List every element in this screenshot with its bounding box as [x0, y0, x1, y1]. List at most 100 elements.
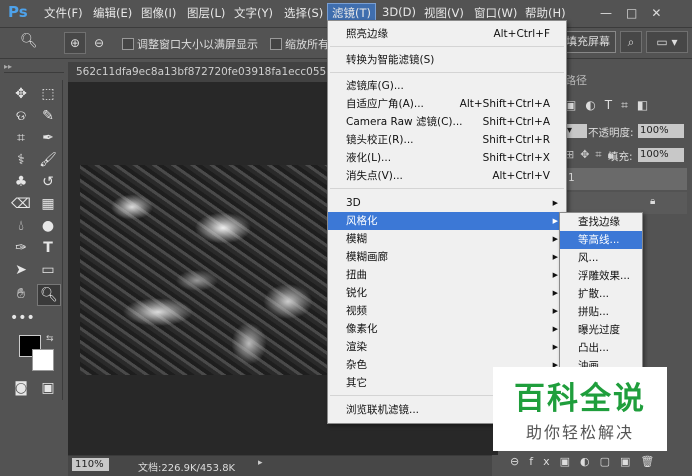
zoom-tool-icon[interactable]: 🔍︎: [20, 33, 38, 49]
window-controls[interactable]: —□✕: [600, 6, 680, 20]
eraser-tool-icon[interactable]: ⌫: [10, 194, 32, 214]
status-arrow-icon[interactable]: ▸: [258, 458, 263, 468]
fill-field[interactable]: 100%: [638, 148, 684, 162]
menu-item-video[interactable]: 视频 ▶: [328, 302, 566, 320]
submenu-item-find-edges[interactable]: 查找边缘: [560, 213, 642, 231]
opacity-label: 不透明度:: [588, 127, 634, 139]
submenu-arrow-icon: ▶: [552, 325, 558, 333]
photoshop-logo: Ps: [8, 3, 28, 21]
submenu-arrow-icon: ▶: [552, 253, 558, 261]
zoom-in-icon[interactable]: ⊕: [64, 32, 86, 54]
layer-row[interactable]: [565, 168, 687, 190]
healing-brush-icon[interactable]: ⚕: [10, 150, 32, 170]
menu-select[interactable]: 选择(S): [284, 5, 323, 21]
submenu-item-extrude[interactable]: 凸出...: [560, 339, 642, 357]
lock-icon: 🔒︎: [650, 196, 656, 207]
filter-menu: 照亮边缘 Alt+Ctrl+F 转换为智能滤镜(S) 滤镜库(G)... 自适应广…: [327, 20, 567, 424]
opacity-field[interactable]: 100%: [638, 124, 684, 138]
menu-view[interactable]: 视图(V): [424, 5, 464, 21]
menu-item-blur[interactable]: 模糊 ▶: [328, 230, 566, 248]
zoom-out-icon[interactable]: ⊖: [88, 32, 110, 54]
hand-tool-icon[interactable]: ✋︎: [10, 284, 32, 304]
path-selection-icon[interactable]: ➤: [10, 260, 32, 280]
submenu-item-wind[interactable]: 风...: [560, 249, 642, 267]
menu-item-lens-correction[interactable]: 镜头校正(R)... Shift+Ctrl+R: [328, 131, 566, 149]
layer-footer-icons[interactable]: ⊖fx▣◐▢▣🗑︎: [510, 455, 664, 468]
document-tab[interactable]: 562c11dfa9ec8a13bf872720fe03918fa1ecc055…: [68, 62, 338, 82]
quick-mask-icon[interactable]: ◙: [10, 378, 32, 398]
rectangle-tool-icon[interactable]: ▭: [37, 260, 59, 280]
toolbox-header: ▸▸: [4, 62, 64, 73]
zoom-tool-active-icon[interactable]: 🔍︎: [37, 284, 61, 306]
menu-item-stylize[interactable]: 风格化 ▶: [328, 212, 566, 230]
zoom-level-field[interactable]: 110%: [72, 458, 109, 471]
fill-screen-button[interactable]: 填充屏幕: [560, 31, 616, 53]
resize-window-checkbox[interactable]: [122, 38, 134, 50]
background-color-swatch[interactable]: [32, 349, 54, 371]
menu-item-blur-gallery[interactable]: 模糊画廊 ▶: [328, 248, 566, 266]
type-tool-icon[interactable]: T: [37, 238, 59, 258]
menu-type[interactable]: 文字(Y): [234, 5, 273, 21]
history-brush-icon[interactable]: ↺: [37, 172, 59, 192]
menu-help[interactable]: 帮助(H): [525, 5, 566, 21]
more-tools-icon[interactable]: •••: [10, 308, 35, 328]
crop-tool-icon[interactable]: ⌗: [10, 128, 32, 148]
screen-mode-icon[interactable]: ▣: [37, 378, 59, 398]
menu-item-render[interactable]: 渲染 ▶: [328, 338, 566, 356]
menu-item-adaptive-wide[interactable]: 自适应广角(A)... Alt+Shift+Ctrl+A: [328, 95, 566, 113]
clone-stamp-icon[interactable]: ♣: [10, 172, 32, 192]
magic-wand-icon[interactable]: ✎: [37, 106, 59, 126]
menu-item-3d[interactable]: 3D ▶: [328, 194, 566, 212]
layer-filter-icons[interactable]: ▣◐T⌗◧: [565, 98, 657, 113]
brush-tool-icon[interactable]: 🖌︎: [37, 150, 59, 170]
lasso-tool-icon[interactable]: ଡ: [10, 106, 32, 126]
submenu-arrow-icon: ▶: [552, 307, 558, 315]
menu-item-vanishing-point[interactable]: 消失点(V)... Alt+Ctrl+V: [328, 167, 566, 185]
submenu-arrow-icon: ▶: [552, 271, 558, 279]
menu-layer[interactable]: 图层(L): [187, 5, 225, 21]
submenu-arrow-icon: ▶: [552, 289, 558, 297]
menu-3d[interactable]: 3D(D): [382, 5, 416, 19]
submenu-item-trace-contour[interactable]: 等高线...: [560, 231, 642, 249]
fill-label: 填充:: [608, 151, 633, 163]
menu-edit[interactable]: 编辑(E): [93, 5, 132, 21]
search-icon[interactable]: ⌕: [620, 31, 642, 53]
workspace-icon[interactable]: ▭ ▾: [646, 31, 688, 53]
submenu-item-emboss[interactable]: 浮雕效果...: [560, 267, 642, 285]
menu-item-pixelate[interactable]: 像素化 ▶: [328, 320, 566, 338]
swap-colors-icon[interactable]: ⇆: [46, 334, 54, 344]
submenu-item-tiles[interactable]: 拼贴...: [560, 303, 642, 321]
menu-item-last-filter[interactable]: 照亮边缘 Alt+Ctrl+F: [328, 25, 566, 43]
menu-image[interactable]: 图像(I): [141, 5, 176, 21]
layer-name: 1: [568, 172, 575, 184]
submenu-arrow-icon: ▶: [552, 199, 558, 207]
submenu-arrow-icon: ▶: [552, 343, 558, 351]
menu-item-camera-raw[interactable]: Camera Raw 滤镜(C)... Shift+Ctrl+A: [328, 113, 566, 131]
blur-tool-icon[interactable]: 💧︎: [10, 216, 32, 236]
menu-item-sharpen[interactable]: 锐化 ▶: [328, 284, 566, 302]
watermark: 百科全说 助你轻松解决: [493, 367, 667, 451]
zoom-all-checkbox[interactable]: [270, 38, 282, 50]
submenu-item-diffuse[interactable]: 扩散...: [560, 285, 642, 303]
menu-window[interactable]: 窗口(W): [474, 5, 517, 21]
menu-item-liquify[interactable]: 液化(L)... Shift+Ctrl+X: [328, 149, 566, 167]
menu-item-convert-smart[interactable]: 转换为智能滤镜(S): [328, 51, 566, 69]
blend-mode-dropdown[interactable]: ▾: [565, 124, 587, 138]
submenu-arrow-icon: ▶: [552, 217, 558, 225]
marquee-tool-icon[interactable]: ⬚: [37, 84, 59, 104]
pen-tool-icon[interactable]: ✑: [10, 238, 32, 258]
submenu-item-solarize[interactable]: 曝光过度: [560, 321, 642, 339]
paths-tab[interactable]: 路径: [565, 72, 587, 88]
watermark-title: 百科全说: [514, 381, 646, 417]
watermark-subtitle: 助你轻松解决: [525, 423, 634, 442]
document-image: [80, 165, 340, 375]
menu-file[interactable]: 文件(F): [44, 5, 83, 21]
dodge-tool-icon[interactable]: ●: [37, 216, 59, 236]
gradient-tool-icon[interactable]: ▦: [37, 194, 59, 214]
eyedropper-icon[interactable]: ✒: [37, 128, 59, 148]
menu-item-distort[interactable]: 扭曲 ▶: [328, 266, 566, 284]
move-tool-icon[interactable]: ✥: [10, 84, 32, 104]
stylize-submenu: 查找边缘 等高线... 风... 浮雕效果... 扩散... 拼贴... 曝光过…: [559, 212, 643, 376]
menu-item-filter-gallery[interactable]: 滤镜库(G)...: [328, 77, 566, 95]
background-layer-row[interactable]: [565, 192, 687, 214]
